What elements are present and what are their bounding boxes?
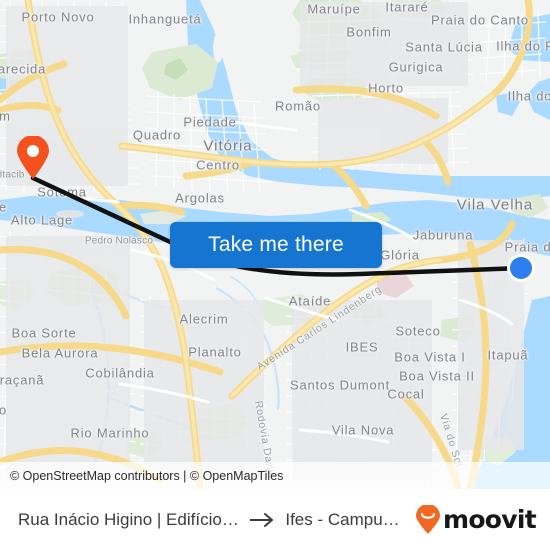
origin-label: Rua Inácio Higino | Edifício Mub... xyxy=(18,509,241,529)
route-footer-bar: Rua Inácio Higino | Edifício Mub... Ifes… xyxy=(0,489,550,550)
destination-label: Ifes - Campus C... xyxy=(285,509,405,529)
map-canvas[interactable]: Porto Novo Inhanguetá Maruípe Itararé Praia … xyxy=(0,0,550,489)
map-attribution: © OpenStreetMap contributors | © OpenMap… xyxy=(0,462,550,489)
attribution-text[interactable]: © OpenStreetMap contributors | © OpenMap… xyxy=(0,469,283,483)
moovit-map-screen: Porto Novo Inhanguetá Maruípe Itararé Praia … xyxy=(0,0,550,550)
moovit-logo[interactable]: moovit xyxy=(415,504,537,535)
take-me-there-button[interactable]: Take me there xyxy=(170,222,382,268)
moovit-wordmark: moovit xyxy=(442,505,537,534)
moovit-pin-icon xyxy=(415,504,440,534)
route-endpoints: Rua Inácio Higino | Edifício Mub... Ifes… xyxy=(18,510,405,530)
arrow-right-icon xyxy=(250,512,274,527)
